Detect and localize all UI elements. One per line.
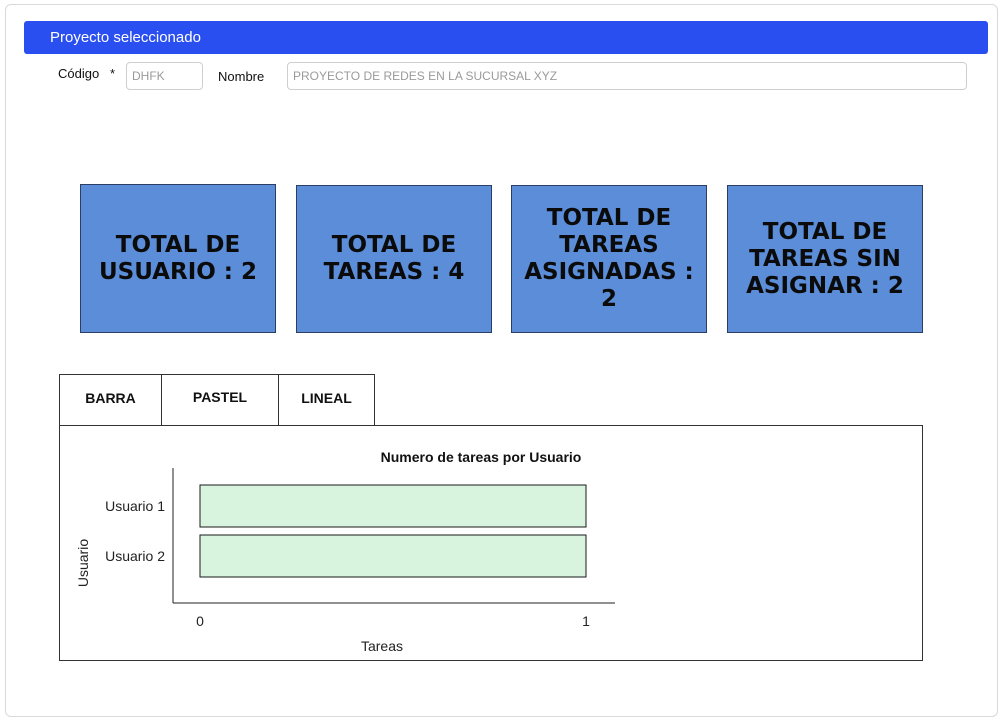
bar-2 bbox=[199, 534, 587, 578]
y-tick-label: Usuario 1 bbox=[105, 498, 165, 514]
name-label: Nombre bbox=[218, 69, 265, 84]
tab-lineal[interactable]: LINEAL bbox=[278, 374, 375, 426]
tab-barra[interactable]: BARRA bbox=[59, 374, 162, 426]
name-input[interactable] bbox=[287, 62, 967, 90]
stat-card-total-users: TOTAL DE USUARIO : 2 bbox=[80, 184, 276, 333]
stat-card-unassigned-tasks: TOTAL DE TAREAS SIN ASIGNAR : 2 bbox=[727, 185, 923, 333]
x-axis-label: Tareas bbox=[361, 638, 403, 654]
tab-pastel[interactable]: PASTEL bbox=[161, 374, 279, 426]
section-header: Proyecto seleccionado bbox=[24, 21, 988, 54]
y-tick-label: Usuario 2 bbox=[105, 548, 165, 564]
tab-label: BARRA bbox=[85, 390, 136, 406]
section-header-title: Proyecto seleccionado bbox=[50, 29, 201, 46]
tab-label: LINEAL bbox=[301, 390, 352, 406]
stat-card-total-tasks: TOTAL DE TAREAS : 4 bbox=[296, 185, 492, 333]
stat-card-text: TOTAL DE USUARIO : 2 bbox=[98, 231, 258, 285]
x-tick-label: 1 bbox=[582, 613, 590, 629]
y-axis-label: Usuario bbox=[75, 539, 91, 587]
code-label: Código bbox=[58, 66, 100, 81]
bar-chart: Numero de tareas por Usuario Usuario 1 Usu… bbox=[75, 449, 615, 654]
x-tick-label: 0 bbox=[196, 613, 204, 629]
required-mark: * bbox=[110, 66, 116, 81]
stat-card-text: TOTAL DE TAREAS ASIGNADAS : 2 bbox=[524, 205, 694, 312]
chart-title: Numero de tareas por Usuario bbox=[381, 449, 582, 465]
code-input[interactable] bbox=[126, 62, 203, 90]
chart-panel: Numero de tareas por Usuario Usuario 1 Usu… bbox=[59, 425, 923, 661]
bar-1 bbox=[199, 484, 587, 528]
stat-card-assigned-tasks: TOTAL DE TAREAS ASIGNADAS : 2 bbox=[511, 185, 707, 333]
stat-card-text: TOTAL DE TAREAS SIN ASIGNAR : 2 bbox=[746, 218, 904, 299]
tab-label: PASTEL bbox=[192, 389, 248, 405]
stat-card-text: TOTAL DE TAREAS : 4 bbox=[323, 232, 465, 285]
